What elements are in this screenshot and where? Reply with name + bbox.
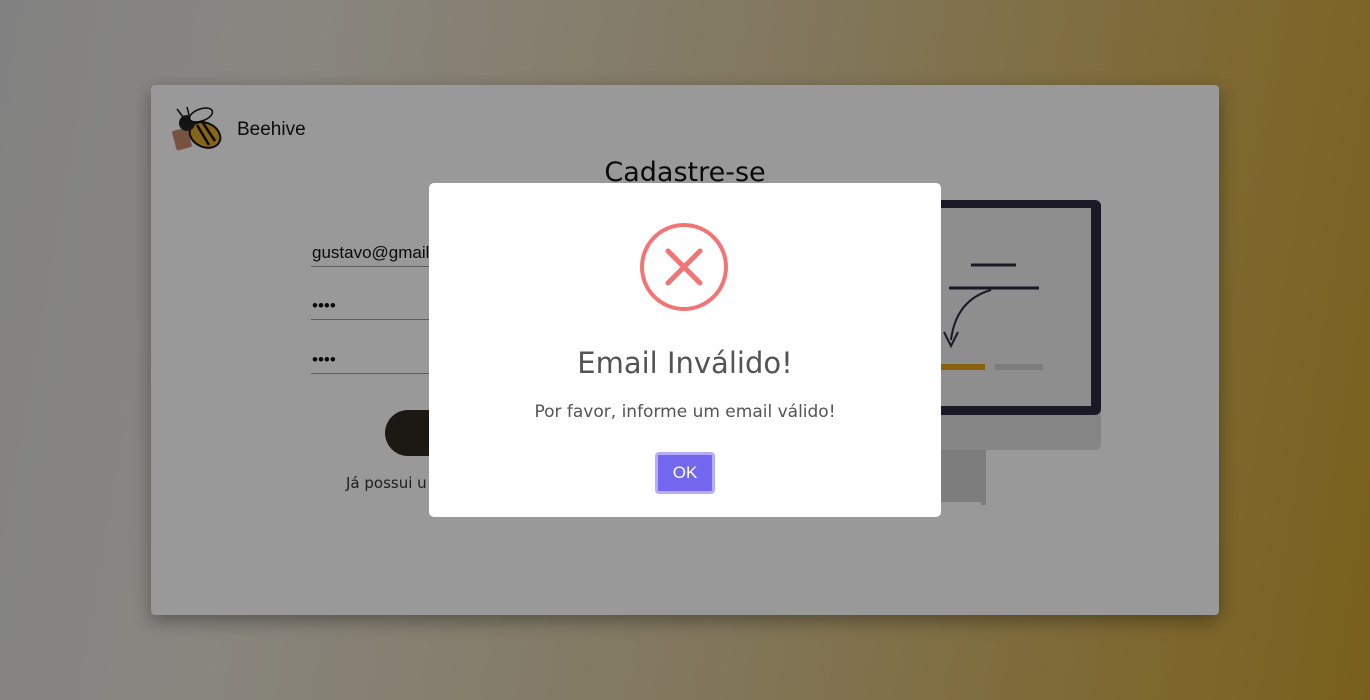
modal-title: Email Inválido!	[577, 346, 793, 380]
ok-button[interactable]: OK	[655, 452, 715, 494]
error-x-icon	[640, 223, 728, 311]
modal-message: Por favor, informe um email válido!	[534, 402, 836, 422]
alert-modal: Email Inválido! Por favor, informe um em…	[429, 183, 941, 517]
